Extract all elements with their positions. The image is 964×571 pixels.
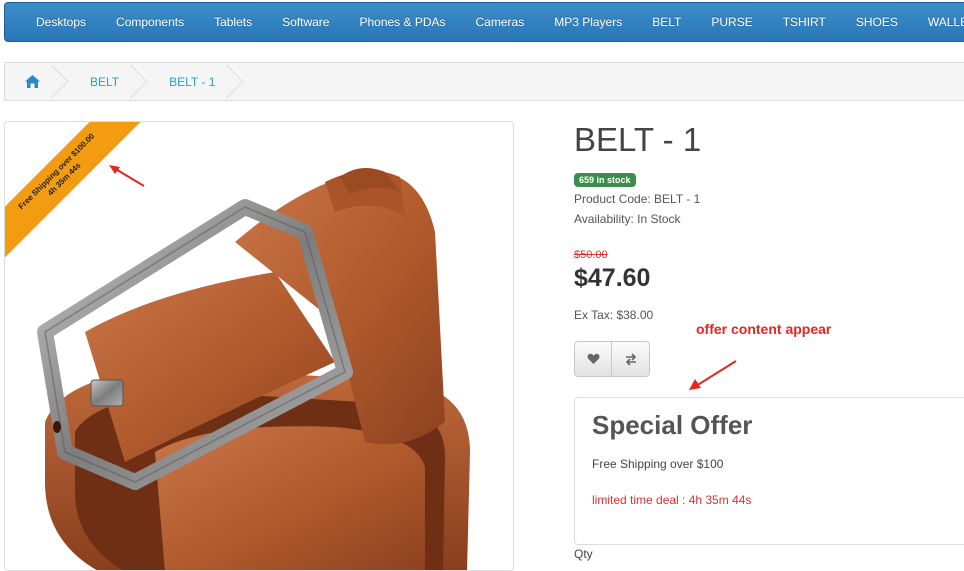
old-price: $50.00	[574, 249, 608, 261]
compare-button[interactable]	[612, 341, 650, 377]
stock-badge: 659 in stock	[574, 173, 636, 187]
nav-item-shoes[interactable]: SHOES	[841, 15, 913, 29]
nav-item-mp3[interactable]: MP3 Players	[539, 15, 637, 29]
product-code: Product Code: BELT - 1	[574, 192, 701, 206]
exchange-icon	[625, 352, 636, 366]
ex-tax: Ex Tax: $38.00	[574, 308, 654, 322]
annotation-arrow-ribbon	[109, 165, 145, 187]
product-image	[37, 168, 470, 570]
breadcrumb-item-belt-1[interactable]: BELT - 1	[141, 63, 237, 100]
breadcrumb: BELT BELT - 1	[4, 62, 964, 101]
nav-item-belt[interactable]: BELT	[637, 15, 696, 29]
nav-item-software[interactable]: Software	[267, 15, 344, 29]
offer-text: Free Shipping over $100	[592, 457, 724, 471]
nav-item-components[interactable]: Components	[101, 15, 199, 29]
product-action-buttons	[574, 341, 650, 377]
breadcrumb-home[interactable]	[5, 63, 62, 100]
top-nav: Desktops Components Tablets Software Pho…	[4, 2, 964, 42]
offer-deal-timer: limited time deal : 4h 35m 44s	[592, 493, 752, 507]
nav-item-purse[interactable]: PURSE	[696, 15, 767, 29]
nav-item-tablets[interactable]: Tablets	[199, 15, 267, 29]
product-image-card[interactable]: Free Shipping over $100.00 4h 35m 44s	[4, 121, 514, 571]
nav-item-phones[interactable]: Phones & PDAs	[344, 15, 460, 29]
nav-item-desktops[interactable]: Desktops	[21, 15, 101, 29]
nav-item-wallet[interactable]: WALLET	[913, 15, 964, 29]
annotation-arrow-offer	[689, 360, 737, 390]
product-title: BELT - 1	[574, 121, 702, 158]
price: $47.60	[574, 264, 651, 292]
special-offer-box: Special Offer Free Shipping over $100 li…	[574, 397, 964, 545]
availability: Availability: In Stock	[574, 212, 681, 226]
nav-item-cameras[interactable]: Cameras	[461, 15, 540, 29]
annotation-note: offer content appear	[696, 321, 832, 337]
heart-icon	[587, 353, 599, 364]
offer-title: Special Offer	[592, 410, 753, 440]
home-icon	[25, 75, 40, 88]
breadcrumb-item-belt[interactable]: BELT	[62, 63, 141, 100]
wishlist-button[interactable]	[574, 341, 612, 377]
nav-item-tshirt[interactable]: TSHIRT	[768, 15, 841, 29]
